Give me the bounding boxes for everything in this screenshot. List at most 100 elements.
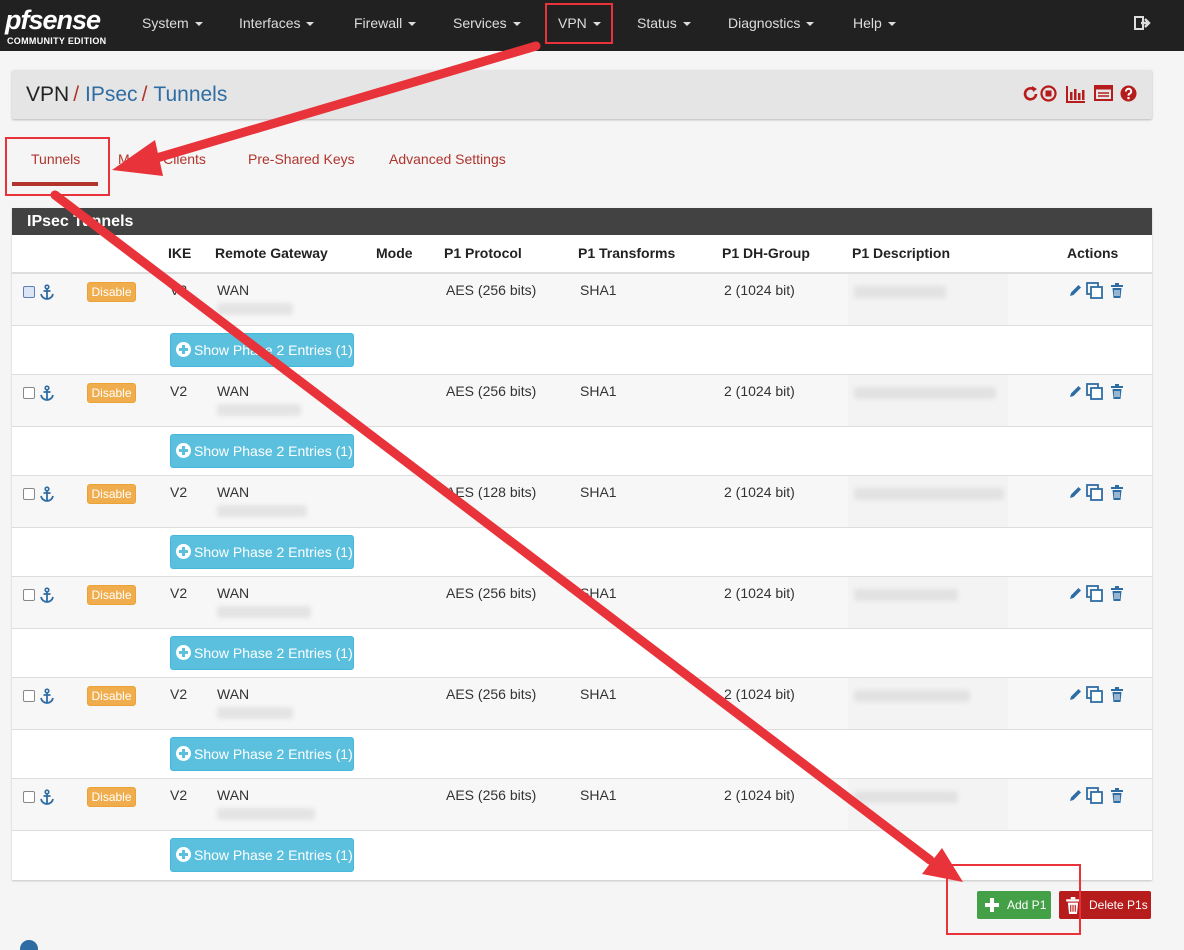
description-cell (848, 779, 1008, 831)
button-label: Show Phase 2 Entries (1) (194, 847, 353, 863)
row-select-checkbox[interactable] (23, 589, 35, 601)
p1-protocol: AES (256 bits) (446, 585, 537, 601)
button-label: Delete P1s (1089, 898, 1148, 912)
edit-pencil-icon[interactable] (1068, 485, 1083, 500)
ike-version: V2 (170, 383, 188, 399)
stop-service-icon[interactable] (1040, 85, 1057, 102)
trash-icon[interactable] (1110, 283, 1124, 298)
remote-gateway: WAN (217, 383, 250, 399)
row-select-checkbox[interactable] (23, 387, 35, 399)
nav-system[interactable]: System (142, 0, 203, 46)
caret-down-icon (408, 22, 417, 27)
status-chart-icon[interactable] (1066, 85, 1086, 103)
row-select-checkbox[interactable] (23, 690, 35, 702)
nav-help[interactable]: Help (853, 0, 896, 46)
nav-diagnostics[interactable]: Diagnostics (728, 0, 815, 46)
tab-pre-shared-keys[interactable]: Pre-Shared Keys (248, 151, 355, 167)
redacted-description (854, 690, 970, 702)
copy-icon[interactable] (1086, 787, 1104, 805)
copy-icon[interactable] (1086, 686, 1104, 704)
p1-transforms: SHA1 (580, 585, 617, 601)
restart-service-icon[interactable] (1022, 85, 1040, 103)
redacted-gateway-address (217, 404, 301, 416)
nav-services[interactable]: Services (453, 0, 521, 46)
row-select-checkbox[interactable] (23, 286, 35, 298)
redacted-description (854, 286, 946, 298)
disable-button[interactable]: Disable (87, 383, 136, 403)
breadcrumb-tunnels-link[interactable]: Tunnels (153, 83, 227, 106)
trash-icon[interactable] (1110, 485, 1124, 500)
disable-button[interactable]: Disable (87, 787, 136, 807)
help-icon[interactable] (1120, 85, 1137, 102)
breadcrumb-ipsec-link[interactable]: IPsec (85, 83, 138, 106)
anchor-icon[interactable] (39, 789, 55, 805)
button-label: Show Phase 2 Entries (1) (194, 746, 353, 762)
show-phase2-button[interactable]: Show Phase 2 Entries (1) (170, 737, 354, 771)
ike-version: V2 (170, 585, 188, 601)
row-select-checkbox[interactable] (23, 791, 35, 803)
show-phase2-button[interactable]: Show Phase 2 Entries (1) (170, 333, 354, 367)
column-header-p1-description: P1 Description (852, 245, 951, 261)
phase2-row: Show Phase 2 Entries (1) (12, 729, 1152, 779)
disable-button[interactable]: Disable (87, 282, 136, 302)
anchor-icon[interactable] (39, 385, 55, 401)
plus-circle-icon (176, 544, 191, 559)
pfsense-logo[interactable]: pfsense COMMUNITY EDITION (5, 5, 115, 47)
logo-wordmark: pfsense (5, 5, 101, 35)
row-select-checkbox[interactable] (23, 488, 35, 500)
tab-mobile-clients[interactable]: Mobile Clients (118, 151, 206, 167)
edit-pencil-icon[interactable] (1068, 687, 1083, 702)
ike-version: V2 (170, 484, 188, 500)
copy-icon[interactable] (1086, 585, 1104, 603)
phase2-row: Show Phase 2 Entries (1) (12, 628, 1152, 678)
breadcrumb: VPN / IPsec / Tunnels (26, 82, 227, 108)
nav-interfaces[interactable]: Interfaces (239, 0, 315, 46)
edit-pencil-icon[interactable] (1068, 788, 1083, 803)
anchor-icon[interactable] (39, 486, 55, 502)
nav-label: Help (853, 15, 882, 31)
copy-icon[interactable] (1086, 383, 1104, 401)
caret-down-icon (194, 22, 203, 27)
redacted-description (854, 589, 958, 601)
log-icon[interactable] (1094, 85, 1113, 101)
ipsec-tunnels-panel: IPsec Tunnels IKE Remote Gateway Mode P1… (12, 208, 1152, 880)
nav-firewall[interactable]: Firewall (354, 0, 417, 46)
vpn-menu-highlight (545, 3, 613, 44)
ike-version: V2 (170, 787, 188, 803)
trash-icon[interactable] (1110, 384, 1124, 399)
p1-protocol: AES (256 bits) (446, 282, 537, 298)
trash-icon[interactable] (1110, 788, 1124, 803)
anchor-icon[interactable] (39, 587, 55, 603)
nav-status[interactable]: Status (637, 0, 691, 46)
edit-pencil-icon[interactable] (1068, 384, 1083, 399)
show-phase2-button[interactable]: Show Phase 2 Entries (1) (170, 434, 354, 468)
trash-icon[interactable] (1110, 586, 1124, 601)
show-phase2-button[interactable]: Show Phase 2 Entries (1) (170, 636, 354, 670)
edit-pencil-icon[interactable] (1068, 586, 1083, 601)
disable-button[interactable]: Disable (87, 686, 136, 706)
trash-icon[interactable] (1110, 687, 1124, 702)
tunnel-row: Disable V2 WAN AES (256 bits) SHA1 2 (10… (12, 576, 1152, 629)
anchor-icon[interactable] (39, 688, 55, 704)
description-cell (848, 528, 1008, 577)
edit-pencil-icon[interactable] (1068, 283, 1083, 298)
remote-gateway: WAN (217, 686, 250, 702)
caret-down-icon (806, 22, 815, 27)
disable-button[interactable]: Disable (87, 484, 136, 504)
anchor-icon[interactable] (39, 284, 55, 300)
copy-icon[interactable] (1086, 282, 1104, 300)
disable-button[interactable]: Disable (87, 585, 136, 605)
show-phase2-button[interactable]: Show Phase 2 Entries (1) (170, 535, 354, 569)
tab-advanced-settings[interactable]: Advanced Settings (389, 151, 506, 167)
description-cell (848, 326, 1008, 375)
info-icon[interactable] (20, 940, 38, 950)
sign-out-icon[interactable] (1134, 14, 1152, 32)
copy-icon[interactable] (1086, 484, 1104, 502)
remote-gateway: WAN (217, 484, 250, 500)
p1-transforms: SHA1 (580, 282, 617, 298)
edition-label: COMMUNITY EDITION (7, 36, 107, 46)
row-actions (1068, 787, 1128, 807)
p1-dh-group: 2 (1024 bit) (724, 787, 795, 803)
caret-down-icon (306, 22, 315, 27)
show-phase2-button[interactable]: Show Phase 2 Entries (1) (170, 838, 354, 872)
